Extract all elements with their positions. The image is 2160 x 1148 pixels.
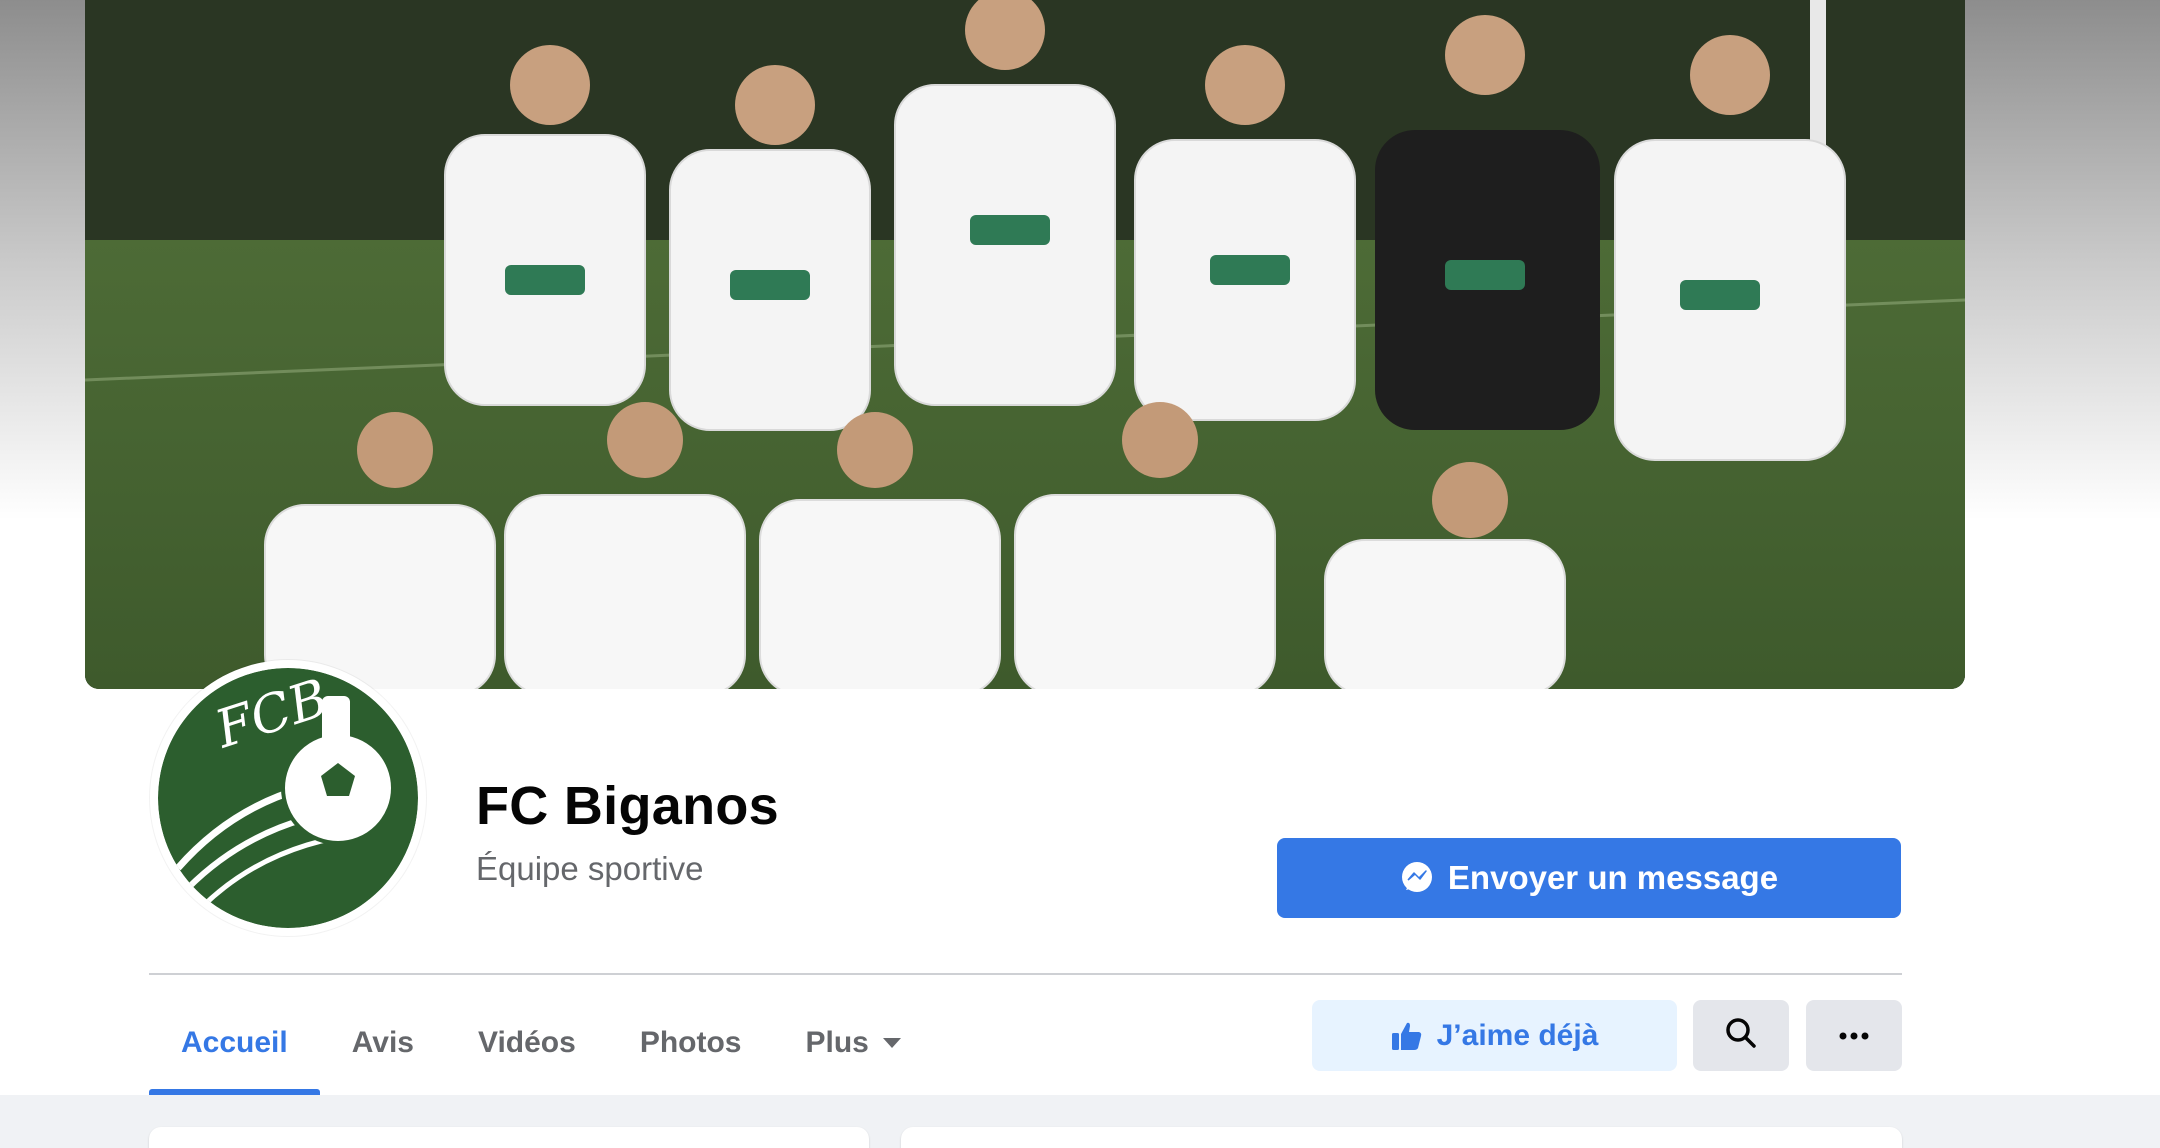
like-label: J’aime déjà [1436, 1018, 1599, 1052]
tab-plus[interactable]: Plus [773, 990, 932, 1095]
header-divider [149, 973, 1902, 975]
page-title: FC Biganos [476, 776, 780, 836]
club-logo: FCB [158, 668, 418, 928]
page-tabs: Accueil Avis Vidéos Photos Plus [149, 990, 933, 1095]
search-icon [1725, 1017, 1757, 1054]
tab-label: Plus [805, 1025, 869, 1059]
messenger-icon [1400, 861, 1434, 895]
tab-label: Vidéos [477, 1025, 576, 1059]
send-message-button[interactable]: Envoyer un message [1277, 838, 1901, 918]
search-button[interactable] [1693, 1000, 1789, 1071]
posts-card [901, 1127, 1902, 1148]
cover-photo[interactable] [85, 0, 1965, 689]
tab-label: Accueil [181, 1025, 288, 1059]
like-button[interactable]: J’aime déjà [1312, 1000, 1677, 1071]
profile-avatar[interactable]: FCB [150, 660, 426, 936]
tab-accueil[interactable]: Accueil [149, 990, 320, 1095]
tab-label: Avis [351, 1025, 414, 1059]
tab-avis[interactable]: Avis [320, 990, 446, 1095]
page-category: Équipe sportive [476, 850, 704, 887]
send-message-label: Envoyer un message [1447, 859, 1779, 896]
thumbs-up-icon [1391, 1021, 1423, 1051]
tab-label: Photos [639, 1025, 742, 1059]
cover-photo-image [85, 0, 1965, 689]
caret-down-icon [882, 1037, 901, 1048]
more-dots-icon [1839, 1027, 1869, 1045]
more-options-button[interactable] [1806, 1000, 1902, 1071]
intro-card [149, 1127, 869, 1148]
page-root: FCB FC Biganos Équipe sportive Envoyer u… [0, 0, 2160, 1148]
tab-photos[interactable]: Photos [608, 990, 774, 1095]
tab-videos[interactable]: Vidéos [446, 990, 608, 1095]
